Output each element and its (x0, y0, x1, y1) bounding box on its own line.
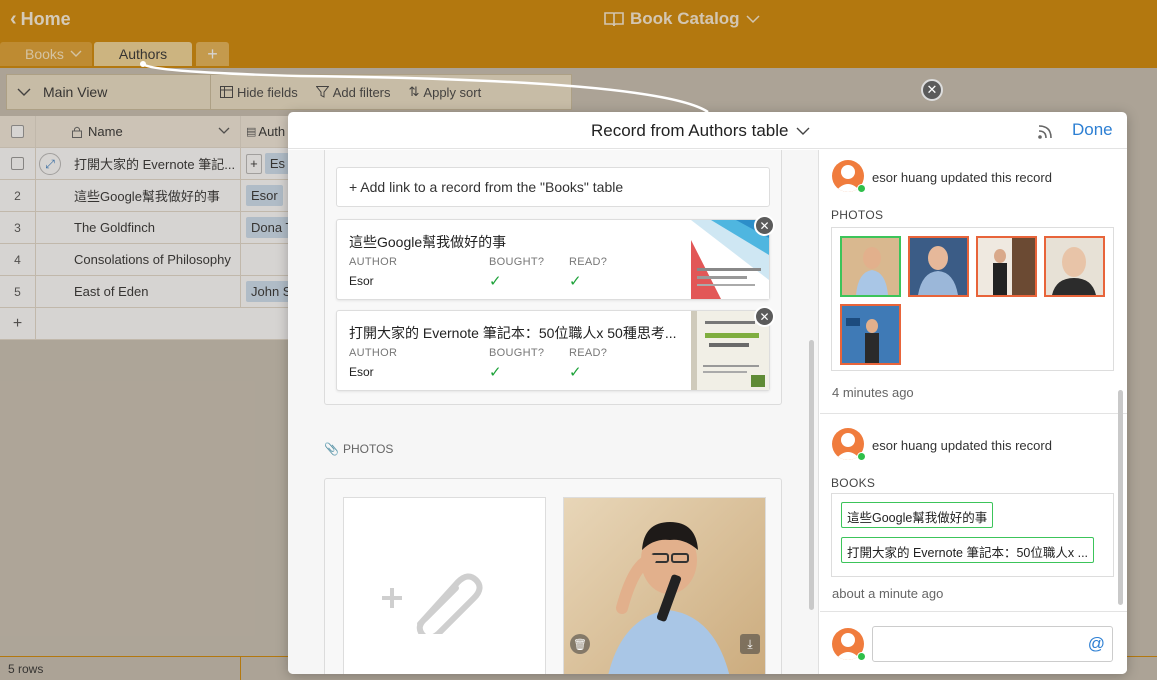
author-label: AUTHOR (349, 347, 398, 359)
record-fields-pane: + Add link to a record from the "Books" … (288, 150, 819, 674)
author-field: AUTHOR Esor (349, 256, 397, 288)
remove-link-icon[interactable]: ✕ (754, 306, 775, 327)
scrollbar[interactable] (1118, 390, 1123, 605)
activity-item: esor huang updated this record BOOKS 這些G… (820, 414, 1127, 612)
upload-attachment-tile[interactable] (343, 497, 546, 674)
read-field: READ? ✓ (569, 256, 607, 290)
activity-text: esor huang updated this record (872, 170, 1052, 185)
photo-attachment[interactable]: 🗑 ⤓ (563, 497, 766, 674)
photos-field: 🗑 ⤓ (324, 478, 782, 674)
linked-books-field: + Add link to a record from the "Books" … (324, 150, 782, 405)
online-indicator (857, 452, 866, 461)
read-label: READ? (569, 256, 608, 268)
scrollbar[interactable] (809, 340, 814, 610)
author-value: Esor (349, 365, 374, 379)
check-icon: ✓ (569, 364, 582, 381)
photo-thumbnail[interactable] (976, 236, 1037, 297)
activity-time: about a minute ago (832, 586, 944, 601)
photo-thumbnails (831, 227, 1114, 371)
author-field: AUTHOR Esor (349, 347, 397, 379)
activity-books-list: 這些Google幫我做好的事 打開大家的 Evernote 筆記本：50位職人x… (831, 493, 1114, 577)
check-icon: ✓ (489, 364, 502, 381)
speaker-photo (564, 498, 765, 674)
photos-field-label: 📎 PHOTOS (324, 442, 393, 456)
linked-record-card[interactable]: 這些Google幫我做好的事 AUTHOR Esor BOUGHT? ✓ REA… (336, 215, 775, 300)
photo-thumbnail[interactable] (840, 236, 901, 297)
online-indicator (857, 184, 866, 193)
book-chip[interactable]: 這些Google幫我做好的事 (841, 502, 994, 528)
check-icon: ✓ (489, 273, 502, 290)
bought-label: BOUGHT? (489, 256, 545, 268)
bought-field: BOUGHT? ✓ (489, 347, 544, 381)
add-link-button[interactable]: + Add link to a record from the "Books" … (336, 167, 770, 207)
activity-pane: esor huang updated this record PHOTOS 4 … (820, 150, 1127, 674)
check-icon: ✓ (569, 273, 582, 290)
linked-record-title: 這些Google幫我做好的事 (349, 234, 507, 250)
photo-thumbnail[interactable] (840, 304, 901, 365)
comment-input[interactable]: @ (872, 626, 1113, 662)
linked-record-title: 打開大家的 Evernote 筆記本：50位職人x 50種思考... (349, 325, 677, 341)
author-label: AUTHOR (349, 256, 398, 268)
done-button[interactable]: Done (1072, 120, 1113, 140)
photo-thumbnail[interactable] (908, 236, 969, 297)
activity-field-label: BOOKS (831, 476, 876, 490)
read-label: READ? (569, 347, 608, 359)
modal-header: Record from Authors table Done (288, 112, 1127, 149)
read-field: READ? ✓ (569, 347, 607, 381)
modal-title-text: Record from Authors table (591, 121, 789, 140)
close-icon[interactable]: ✕ (921, 79, 943, 101)
activity-time: 4 minutes ago (832, 385, 914, 400)
remove-link-icon[interactable]: ✕ (754, 215, 775, 236)
expanded-record-modal: Record from Authors table Done + Add lin… (288, 112, 1127, 674)
photos-label-text: PHOTOS (342, 442, 394, 456)
activity-text: esor huang updated this record (872, 438, 1052, 453)
add-attachment-icon (382, 573, 483, 634)
online-indicator (857, 652, 866, 661)
book-chip[interactable]: 打開大家的 Evernote 筆記本：50位職人x ... (841, 537, 1095, 563)
download-icon[interactable]: ⤓ (740, 634, 760, 654)
chevron-down-icon (796, 127, 810, 135)
paperclip-icon: 📎 (324, 442, 339, 456)
modal-title[interactable]: Record from Authors table (591, 121, 810, 141)
mention-icon[interactable]: @ (1088, 634, 1105, 654)
activity-field-label: PHOTOS (831, 208, 884, 222)
bought-label: BOUGHT? (489, 347, 545, 359)
activity-item: esor huang updated this record PHOTOS 4 … (820, 150, 1127, 414)
linked-record-card[interactable]: 打開大家的 Evernote 筆記本：50位職人x 50種思考... AUTHO… (336, 306, 775, 391)
bought-field: BOUGHT? ✓ (489, 256, 544, 290)
rss-icon[interactable] (1037, 122, 1055, 140)
delete-icon[interactable]: 🗑 (570, 634, 590, 654)
photo-thumbnail[interactable] (1044, 236, 1105, 297)
author-value: Esor (349, 274, 374, 288)
